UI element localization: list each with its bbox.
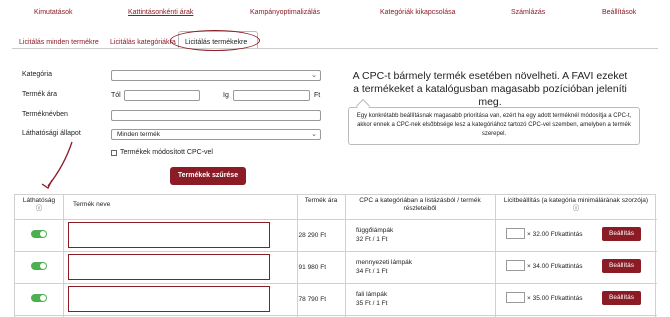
set-bid-button[interactable]: Beállítás [602, 291, 641, 305]
bid-multiplier-input[interactable] [506, 260, 525, 271]
chevron-down-icon: ⌄ [311, 131, 317, 138]
set-bid-button[interactable]: Beállítás [602, 259, 641, 273]
info-heading: A CPC-t bármely termék esetében növelhet… [352, 70, 628, 108]
header-product-price: Termék ára [304, 197, 338, 204]
nav-settings[interactable]: Beállítások [602, 9, 636, 16]
category-label: Kategória [22, 71, 52, 78]
cpc-value: 34 Ft / 1 Ft [356, 268, 388, 275]
bid-rate-text: × 34.00 Ft/kattintás [527, 263, 583, 270]
product-price: 28 290 Ft [298, 232, 326, 239]
category-name: mennyezeti lámpák [356, 259, 412, 266]
nav-disable-categories[interactable]: Kategóriák kikapcsolása [380, 9, 456, 16]
sub-navigation: Licitálás minden termékre Licitálás kate… [0, 26, 670, 50]
visibility-select-value: Minden termék [117, 131, 160, 138]
row-divider [15, 283, 657, 284]
product-name-box [68, 222, 270, 248]
bid-rate-text: × 32.00 Ft/kattintás [527, 231, 583, 238]
visibility-select[interactable]: Minden termék ⌄ [111, 129, 321, 140]
modified-cpc-checkbox[interactable] [111, 150, 117, 156]
filter-products-button[interactable]: Termékek szűrése [170, 167, 246, 185]
info-tooltip: Egy konkrétabb beállításnak magasabb pri… [348, 107, 640, 145]
price-from-input[interactable] [124, 90, 200, 101]
header-bid-label: Licitbeállítás (a kategória minimálárána… [503, 197, 649, 204]
bid-multiplier-input[interactable] [506, 228, 525, 239]
price-to-label: Ig [223, 92, 229, 99]
currency-label: Ft [314, 92, 321, 99]
cpc-cell: függőlámpák 32 Ft / 1 Ft [356, 226, 393, 244]
price-to-input[interactable] [233, 90, 310, 101]
visibility-toggle[interactable] [31, 262, 47, 270]
nav-cpc-prices[interactable]: Kattintásonkénti árak [128, 9, 193, 16]
chevron-down-icon: ⌄ [311, 72, 317, 79]
info-icon[interactable]: ⓘ [495, 205, 657, 213]
header-visibility-label: Láthatóság [22, 197, 56, 204]
price-from-label: Tól [111, 92, 121, 99]
visibility-toggle[interactable] [31, 230, 47, 238]
row-divider [15, 251, 657, 252]
column-divider [63, 195, 64, 317]
info-icon[interactable]: ⓘ [15, 205, 63, 213]
visibility-state-label: Láthatósági állapot [22, 130, 81, 137]
subnav-divider [12, 48, 658, 49]
product-price: 91 980 Ft [298, 264, 326, 271]
column-divider [495, 195, 496, 317]
header-visibility: Láthatóság ⓘ [15, 195, 63, 219]
product-name-box [68, 254, 270, 280]
nav-billing[interactable]: Számlázás [511, 9, 545, 16]
category-select[interactable]: ⌄ [111, 70, 321, 81]
header-cpc: CPC a kategóriában a listázásból / termé… [359, 197, 481, 212]
products-table: Láthatóság ⓘ Termék neve Termék ára CPC … [14, 194, 657, 317]
tab-bid-all-products[interactable]: Licitálás minden termékre [19, 39, 99, 46]
column-divider [345, 195, 346, 317]
category-name: függőlámpák [356, 227, 394, 234]
product-price: 78 790 Ft [298, 296, 326, 303]
bid-multiplier-input[interactable] [506, 292, 525, 303]
info-tooltip-text: Egy konkrétabb beállításnak magasabb pri… [356, 113, 632, 137]
cpc-value: 32 Ft / 1 Ft [356, 236, 388, 243]
row-divider [15, 315, 657, 316]
category-name: fali lámpák [356, 291, 388, 298]
bid-rate-text: × 35.00 Ft/kattintás [527, 295, 583, 302]
product-name-box [68, 286, 270, 312]
cpc-cell: mennyezeti lámpák 34 Ft / 1 Ft [356, 258, 412, 276]
product-name-label: Terméknévben [22, 111, 68, 118]
annotation-circle [170, 30, 260, 51]
header-product-name: Termék neve [73, 201, 111, 208]
top-navigation: Kimutatások Kattintásonkénti árak Kampán… [0, 0, 670, 26]
nav-campaign-optimization[interactable]: Kampányoptimalizálás [250, 9, 320, 16]
product-name-input[interactable] [111, 110, 321, 121]
row-divider [15, 219, 657, 220]
set-bid-button[interactable]: Beállítás [602, 227, 641, 241]
tab-bid-categories[interactable]: Licitálás kategóriákra [110, 39, 176, 46]
modified-cpc-label: Termékek módosított CPC-vel [120, 149, 213, 156]
cpc-cell: fali lámpák 35 Ft / 1 Ft [356, 290, 387, 308]
price-label: Termék ára [22, 91, 58, 98]
nav-statistics[interactable]: Kimutatások [34, 9, 73, 16]
cpc-value: 35 Ft / 1 Ft [356, 300, 388, 307]
visibility-toggle[interactable] [31, 294, 47, 302]
header-bid-setting: Licitbeállítás (a kategória minimálárána… [495, 195, 657, 219]
annotation-arrow-icon [41, 141, 73, 189]
